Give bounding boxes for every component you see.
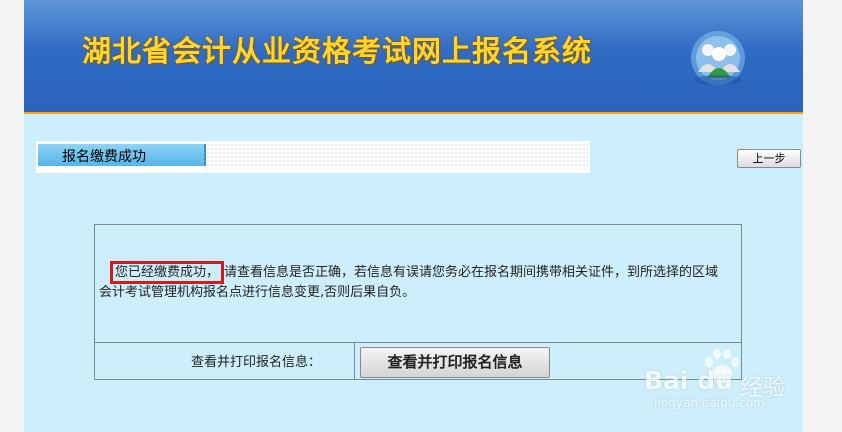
system-title: 湖北省会计从业资格考试网上报名系统 [82, 34, 593, 68]
baidu-watermark: Bai du 经验 jingyan.baidu.com [642, 348, 822, 428]
tab-payment-success[interactable]: 报名缴费成功 [38, 144, 206, 166]
print-info-label: 查看并打印报名信息： [191, 355, 322, 370]
previous-step-button[interactable]: 上一步 [737, 149, 801, 168]
tab-label: 报名缴费成功 [62, 149, 146, 165]
payment-message: 您已经缴费成功， 请查看信息是否正确，若信息有误请您务必在报名期间携带相关证件，到… [99, 261, 729, 303]
row-divider [95, 342, 741, 343]
baidu-brand: Bai du [644, 366, 733, 395]
users-logo-icon [691, 31, 745, 85]
dotted-filler [202, 143, 588, 169]
column-divider [354, 343, 355, 380]
section-header: 报名缴费成功 [36, 141, 590, 173]
watermark-url: jingyan.baidu.com [654, 396, 765, 410]
payment-success-highlight: 您已经缴费成功， [110, 261, 225, 284]
header-banner: 湖北省会计从业资格考试网上报名系统 [24, 0, 803, 114]
header-accent-bar [24, 112, 803, 114]
view-print-button[interactable]: 查看并打印报名信息 [360, 347, 550, 378]
